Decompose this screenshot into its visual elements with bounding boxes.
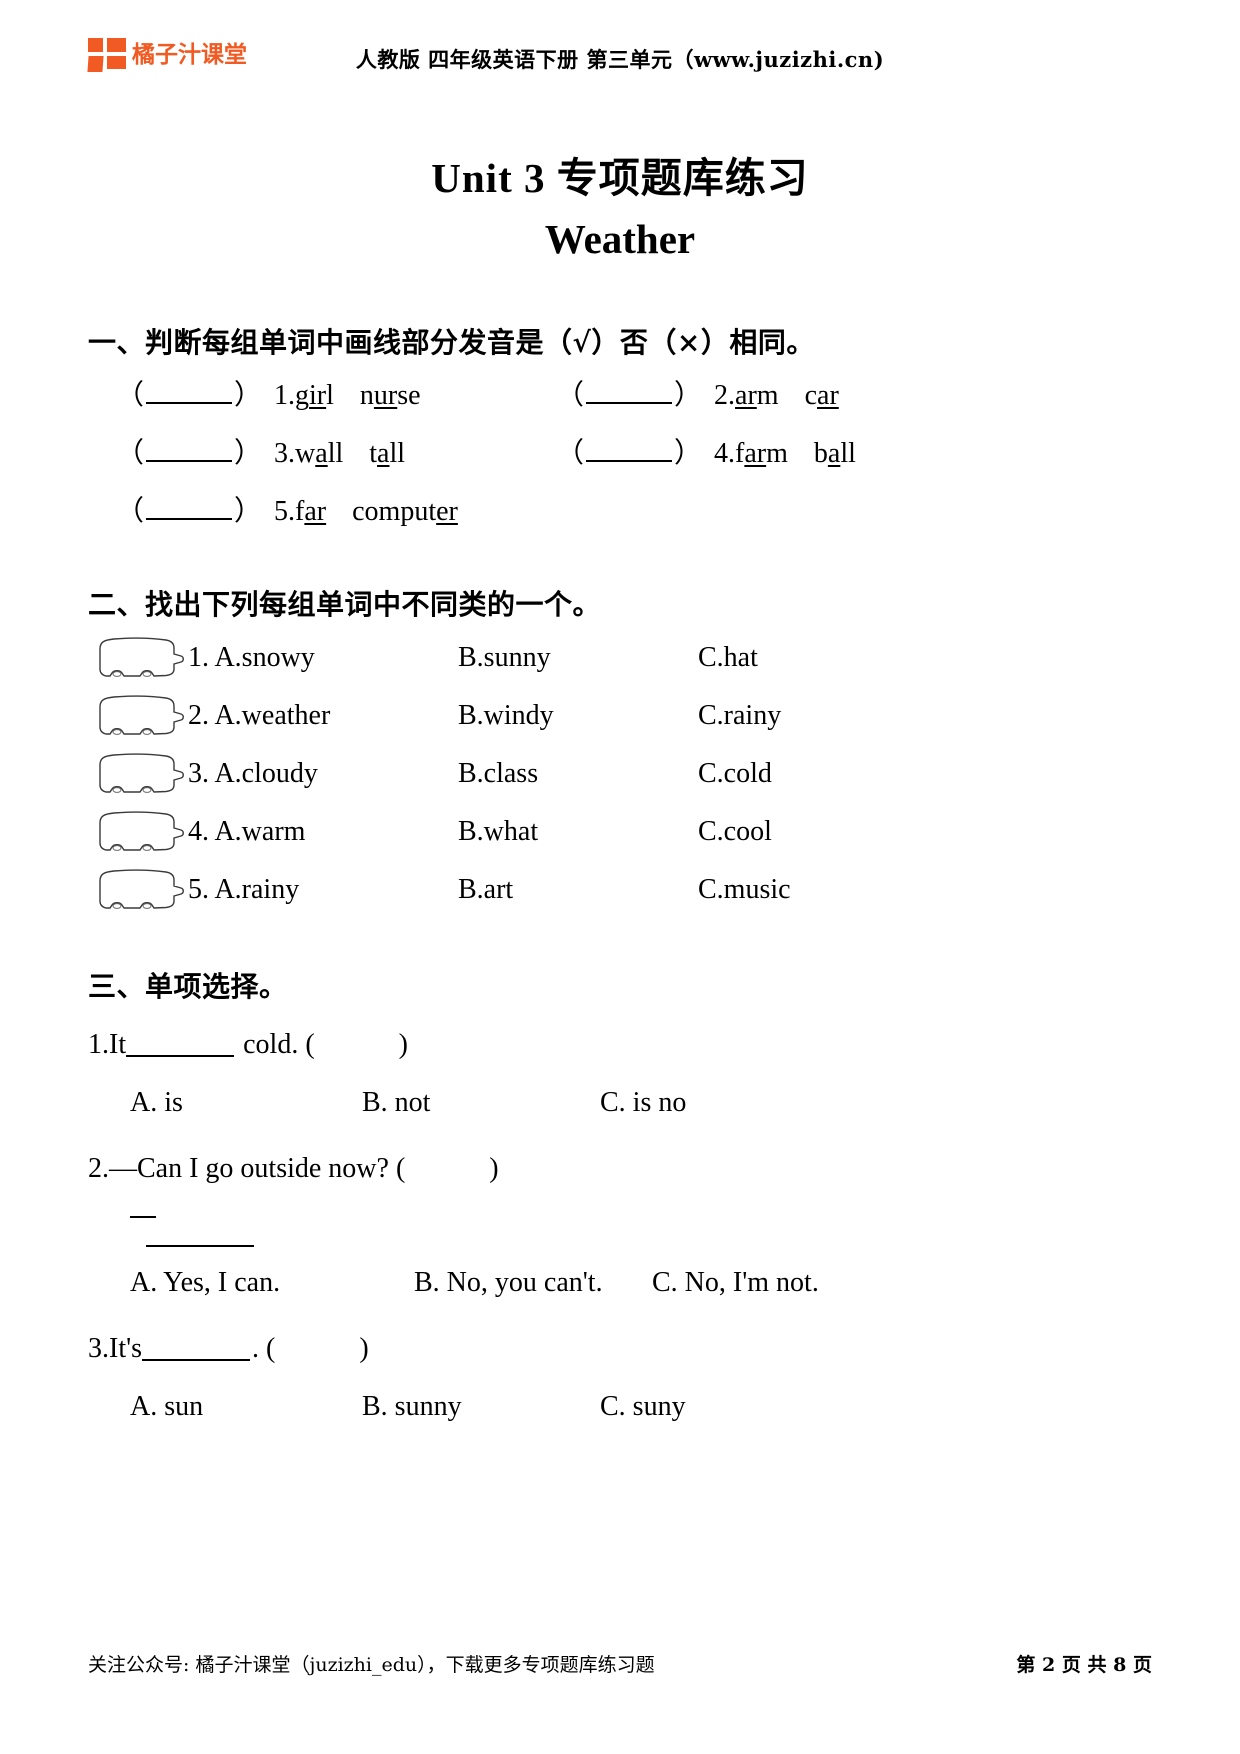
option-b[interactable]: B. No, you can't. (414, 1257, 652, 1309)
underlined-part: ar (304, 496, 327, 527)
underlined-part: ar (817, 380, 839, 411)
section-1-heading: 一、判断每组单词中画线部分发音是（√）否（×）相同。 (88, 326, 815, 359)
word-pair: 2.arm car (714, 380, 839, 411)
bus-bracket-icon[interactable] (94, 809, 186, 855)
exercise-item: （） 2.arm car (556, 367, 839, 425)
option-b: B.what (458, 816, 539, 847)
exercise-item: （） 1.girl nurse (116, 367, 556, 425)
stem-text: 3.It's (88, 1333, 143, 1364)
question-options: A. sun B. sunny C. suny (88, 1381, 1152, 1433)
underlined-part: ar (744, 438, 767, 469)
stem-text: ) (398, 1029, 408, 1060)
page-header: 橘子汁课堂 人教版 四年级英语下册 第三单元（www.juzizhi.cn) (0, 34, 1240, 94)
option-a[interactable]: A. is (130, 1077, 362, 1129)
underlined-part: er (436, 496, 458, 527)
question-stem: 3.It's . () (88, 1323, 1152, 1375)
underlined-part: a (377, 438, 390, 469)
exercise-row: 5. A.rainy B.art C.music (88, 861, 1152, 919)
page-footer: 关注公众号: 橘子汁课堂（juzizhi_edu），下载更多专项题库练习题 第 … (88, 1650, 1152, 1677)
word-pair: 3.wall tall (274, 438, 406, 469)
stem-text: ) (359, 1333, 369, 1364)
stem-text: ) (489, 1153, 499, 1184)
answer-blank[interactable]: （） (556, 425, 702, 483)
dash-mark (130, 1205, 156, 1218)
underlined-part: ar (735, 380, 757, 411)
fill-blank[interactable] (142, 1339, 251, 1361)
stem-text: 1.It (88, 1029, 127, 1060)
option-b: B.windy (458, 700, 554, 731)
option-a[interactable]: A. sun (130, 1381, 362, 1433)
page-subtitle: Weather (544, 216, 696, 262)
exercise-row: 4. A.warm B.what C.cool (88, 803, 1152, 861)
option-b: B.art (458, 874, 514, 905)
page-number: 第 2 页 共 8 页 (1016, 1654, 1152, 1676)
option-b: B.sunny (458, 642, 551, 673)
underlined-part: ir (309, 380, 327, 411)
answer-blank[interactable]: （） (116, 367, 262, 425)
question-stem: 2.—Can I go outside now? () (88, 1143, 1152, 1195)
exercise-row: （） 5.far computer (88, 483, 1152, 541)
header-title: 人教版 四年级英语下册 第三单元（www.juzizhi.cn) (355, 47, 885, 72)
option-c[interactable]: C. suny (600, 1381, 686, 1433)
option-c: C.music (698, 874, 791, 905)
answer-line-group[interactable] (88, 1205, 1152, 1251)
exercise-item: （） 4.farm ball (556, 425, 856, 483)
worksheet-content: 一、判断每组单词中画线部分发音是（√）否（×）相同。 （） 1.girl nurs… (88, 315, 1152, 1433)
exercise-item: （） 3.wall tall (116, 425, 556, 483)
word-pair: 4.farm ball (714, 438, 856, 469)
bus-bracket-icon[interactable] (94, 693, 186, 739)
worksheet-page: 橘子汁课堂 人教版 四年级英语下册 第三单元（www.juzizhi.cn) U… (0, 0, 1240, 1754)
exercise-row: 1. A.snowy B.sunny C.hat (88, 629, 1152, 687)
answer-blank[interactable]: （） (116, 425, 262, 483)
bus-bracket-icon[interactable] (94, 635, 186, 681)
underlined-part: a (827, 438, 841, 469)
word-pair: 5.far computer (274, 496, 458, 527)
answer-blank[interactable]: （） (116, 483, 262, 541)
option-c: C.hat (698, 642, 758, 673)
exercise-item: （） 5.far computer (116, 483, 556, 541)
option-c[interactable]: C. No, I'm not. (652, 1257, 819, 1309)
option-b: B.class (458, 758, 539, 789)
fill-blank[interactable] (126, 1035, 235, 1057)
exercise-row: 3. A.cloudy B.class C.cold (88, 745, 1152, 803)
option-a: 1. A.snowy (188, 642, 315, 673)
word-pair: 1.girl nurse (274, 380, 421, 411)
question-options: A. is B. not C. is no (88, 1077, 1152, 1129)
fill-blank[interactable] (146, 1223, 254, 1247)
option-c: C.cold (698, 758, 772, 789)
question-stem: 1.It cold. () (88, 1019, 1152, 1071)
option-c: C.rainy (698, 700, 782, 731)
stem-text: cold. ( (243, 1029, 315, 1060)
exercise-row: （） 3.wall tall （） 4.farm ball (88, 425, 1152, 483)
underlined-part: ur (373, 380, 398, 411)
option-c: C.cool (698, 816, 772, 847)
answer-blank[interactable]: （） (556, 367, 702, 425)
bus-bracket-icon[interactable] (94, 867, 186, 913)
option-a: 4. A.warm (188, 816, 306, 847)
exercise-row: （） 1.girl nurse （） 2.arm car (88, 367, 1152, 425)
option-b[interactable]: B. sunny (362, 1381, 600, 1433)
stem-text: 2.—Can I go outside now? ( (88, 1153, 406, 1184)
exercise-row: 2. A.weather B.windy C.rainy (88, 687, 1152, 745)
bus-bracket-icon[interactable] (94, 751, 186, 797)
footer-note: 关注公众号: 橘子汁课堂（juzizhi_edu），下载更多专项题库练习题 (88, 1654, 655, 1676)
section-3-heading: 三、单项选择。 (88, 970, 288, 1003)
option-b[interactable]: B. not (362, 1077, 600, 1129)
underlined-part: a (315, 438, 328, 469)
stem-text: . ( (252, 1333, 276, 1364)
option-a: 3. A.cloudy (188, 758, 318, 789)
option-c[interactable]: C. is no (600, 1077, 686, 1129)
question-options: A. Yes, I can. B. No, you can't. C. No, … (88, 1257, 1152, 1309)
section-2-heading: 二、找出下列每组单词中不同类的一个。 (88, 588, 602, 621)
option-a: 5. A.rainy (188, 874, 300, 905)
option-a: 2. A.weather (188, 700, 331, 731)
page-title: Unit 3 专项题库练习 (431, 155, 809, 201)
option-a[interactable]: A. Yes, I can. (130, 1257, 414, 1309)
